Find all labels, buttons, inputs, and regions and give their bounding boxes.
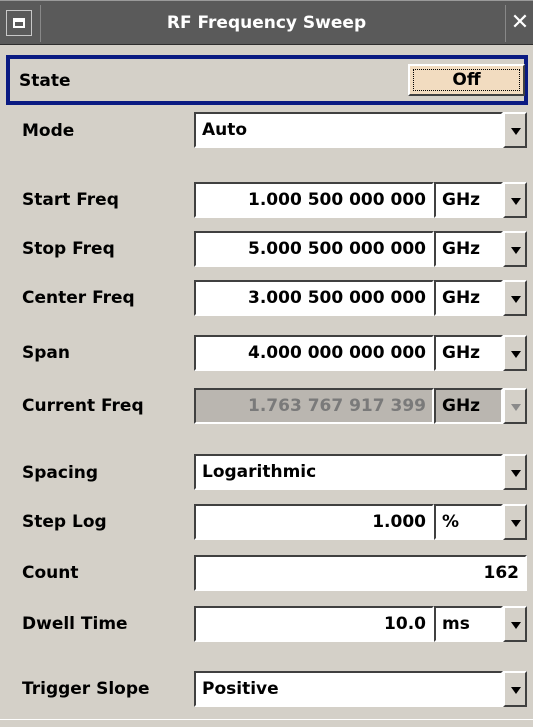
dwell-time-unit-dropdown-icon[interactable] <box>503 606 527 642</box>
span-unit-dropdown-icon[interactable] <box>503 335 527 371</box>
start-freq-unit[interactable]: GHz <box>434 182 503 218</box>
span-label: Span <box>22 343 70 363</box>
span-unit[interactable]: GHz <box>434 335 503 371</box>
span-input[interactable]: 4.000 000 000 000 <box>194 335 434 371</box>
count-input[interactable]: 162 <box>194 555 527 591</box>
spacing-label: Spacing <box>22 463 99 483</box>
step-log-unit-dropdown-icon[interactable] <box>503 504 527 540</box>
spacing-select[interactable]: Logarithmic <box>194 454 527 490</box>
current-freq-label: Current Freq <box>22 396 144 416</box>
dwell-time-input[interactable]: 10.0 <box>194 606 434 642</box>
mode-select[interactable]: Auto <box>194 112 527 148</box>
trigger-slope-value[interactable]: Positive <box>194 671 503 707</box>
step-log-input[interactable]: 1.000 <box>194 504 434 540</box>
trigger-slope-dropdown-icon[interactable] <box>503 671 527 707</box>
mode-label: Mode <box>22 121 75 141</box>
spacing-dropdown-icon[interactable] <box>503 454 527 490</box>
window-title: RF Frequency Sweep <box>166 13 367 33</box>
spacing-value[interactable]: Logarithmic <box>194 454 503 490</box>
title-bar: RF Frequency Sweep ✕ <box>0 0 533 45</box>
step-log-unit-select[interactable]: % <box>434 504 527 540</box>
current-freq-unit: GHz <box>434 388 503 424</box>
center-freq-label: Center Freq <box>22 288 135 308</box>
state-label: State <box>19 71 71 91</box>
current-freq-readout: 1.763 767 917 399 <box>194 388 434 424</box>
count-label: Count <box>22 563 79 583</box>
state-row: State Off <box>6 55 528 105</box>
center-freq-unit-dropdown-icon[interactable] <box>503 280 527 316</box>
stop-freq-unit-select[interactable]: GHz <box>434 231 527 267</box>
stop-freq-unit-dropdown-icon[interactable] <box>503 231 527 267</box>
step-log-label: Step Log <box>22 512 107 532</box>
stop-freq-unit[interactable]: GHz <box>434 231 503 267</box>
dwell-time-unit[interactable]: ms <box>434 606 503 642</box>
start-freq-input[interactable]: 1.000 500 000 000 <box>194 182 434 218</box>
step-log-unit[interactable]: % <box>434 504 503 540</box>
start-freq-label: Start Freq <box>22 190 119 210</box>
center-freq-unit-select[interactable]: GHz <box>434 280 527 316</box>
trigger-slope-select[interactable]: Positive <box>194 671 527 707</box>
center-freq-unit[interactable]: GHz <box>434 280 503 316</box>
center-freq-input[interactable]: 3.000 500 000 000 <box>194 280 434 316</box>
current-freq-unit-dropdown-icon <box>503 388 527 424</box>
start-freq-unit-dropdown-icon[interactable] <box>503 182 527 218</box>
stop-freq-input[interactable]: 5.000 500 000 000 <box>194 231 434 267</box>
start-freq-unit-select[interactable]: GHz <box>434 182 527 218</box>
dwell-time-label: Dwell Time <box>22 614 128 634</box>
mode-value[interactable]: Auto <box>194 112 503 148</box>
dwell-time-unit-select[interactable]: ms <box>434 606 527 642</box>
span-unit-select[interactable]: GHz <box>434 335 527 371</box>
stop-freq-label: Stop Freq <box>22 239 115 259</box>
trigger-slope-label: Trigger Slope <box>22 679 150 699</box>
mode-dropdown-icon[interactable] <box>503 112 527 148</box>
state-toggle-button[interactable]: Off <box>408 64 525 96</box>
current-freq-unit-select: GHz <box>434 388 527 424</box>
close-icon[interactable]: ✕ <box>508 6 532 40</box>
